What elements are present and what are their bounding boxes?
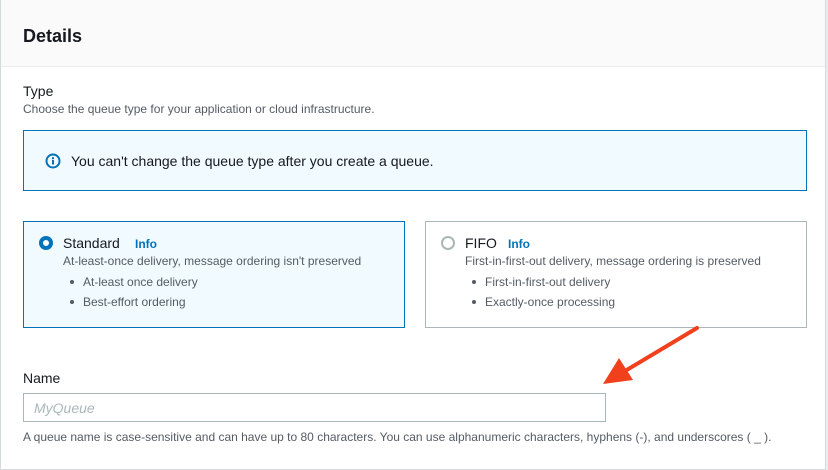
standard-radio-button[interactable] — [39, 236, 53, 250]
name-constraint-text: A queue name is case-sensitive and can h… — [23, 430, 772, 444]
fifo-description: First-in-first-out delivery, message ord… — [465, 254, 761, 268]
queue-type-standard-tile[interactable]: Standard Info At-least-once delivery, me… — [23, 221, 405, 328]
standard-title: Standard — [63, 235, 120, 251]
details-panel: Details Type Choose the queue type for y… — [0, 0, 826, 470]
list-item: At-least once delivery — [63, 272, 198, 292]
list-item: First-in-first-out delivery — [465, 272, 615, 292]
fifo-radio-button[interactable] — [441, 236, 455, 250]
name-label: Name — [23, 370, 61, 386]
info-alert-text: You can't change the queue type after yo… — [71, 153, 434, 169]
list-item: Best-effort ordering — [63, 292, 198, 312]
queue-name-input[interactable] — [23, 393, 606, 422]
red-arrow-icon — [603, 326, 699, 384]
standard-info-link[interactable]: Info — [135, 236, 157, 252]
type-description: Choose the queue type for your applicati… — [23, 102, 375, 116]
queue-type-fifo-tile[interactable]: FIFO Info First-in-first-out delivery, m… — [425, 221, 807, 328]
fifo-info-link[interactable]: Info — [508, 236, 530, 252]
fifo-feature-list: First-in-first-out delivery Exactly-once… — [465, 272, 615, 312]
panel-title: Details — [23, 26, 83, 46]
list-item: Exactly-once processing — [465, 292, 615, 312]
standard-description: At-least-once delivery, message ordering… — [63, 254, 362, 268]
info-alert: You can't change the queue type after yo… — [23, 130, 807, 191]
standard-feature-list: At-least once delivery Best-effort order… — [63, 272, 198, 312]
type-label: Type — [23, 83, 54, 99]
panel-header: Details — [1, 0, 825, 67]
fifo-title: FIFO — [465, 235, 497, 251]
info-circle-icon — [45, 153, 61, 169]
